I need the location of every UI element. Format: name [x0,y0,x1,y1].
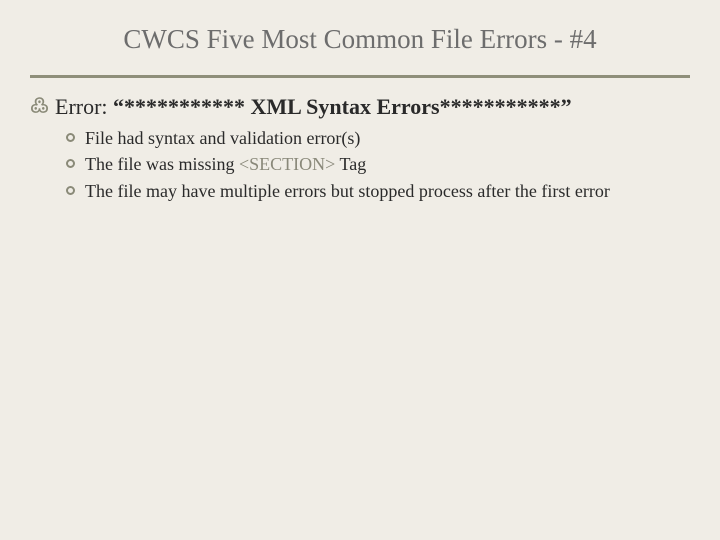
error-label: Error: [55,94,113,119]
slide-container: CWCS Five Most Common File Errors - #4 ߷… [0,0,720,540]
list-item: The file may have multiple errors but st… [66,179,690,203]
list-item-text: File had syntax and validation error(s) [85,126,360,150]
swirl-bullet-icon: ߷ [30,94,49,118]
circle-bullet-icon [66,159,75,168]
circle-bullet-icon [66,133,75,142]
list-item-suffix: Tag [335,154,366,174]
error-message: “*********** XML Syntax Errors**********… [113,94,572,119]
list-item-text: The file may have multiple errors but st… [85,179,610,203]
main-bullet: ߷ Error: “*********** XML Syntax Errors*… [30,94,690,120]
list-item: The file was missing <SECTION> Tag [66,152,690,176]
list-item: File had syntax and validation error(s) [66,126,690,150]
main-bullet-text: Error: “*********** XML Syntax Errors***… [55,94,572,120]
list-item-prefix: The file was missing [85,154,239,174]
sub-bullet-list: File had syntax and validation error(s) … [30,126,690,203]
section-tag: <SECTION> [239,154,335,174]
slide-title: CWCS Five Most Common File Errors - #4 [30,24,690,78]
circle-bullet-icon [66,186,75,195]
list-item-text: The file was missing <SECTION> Tag [85,152,366,176]
